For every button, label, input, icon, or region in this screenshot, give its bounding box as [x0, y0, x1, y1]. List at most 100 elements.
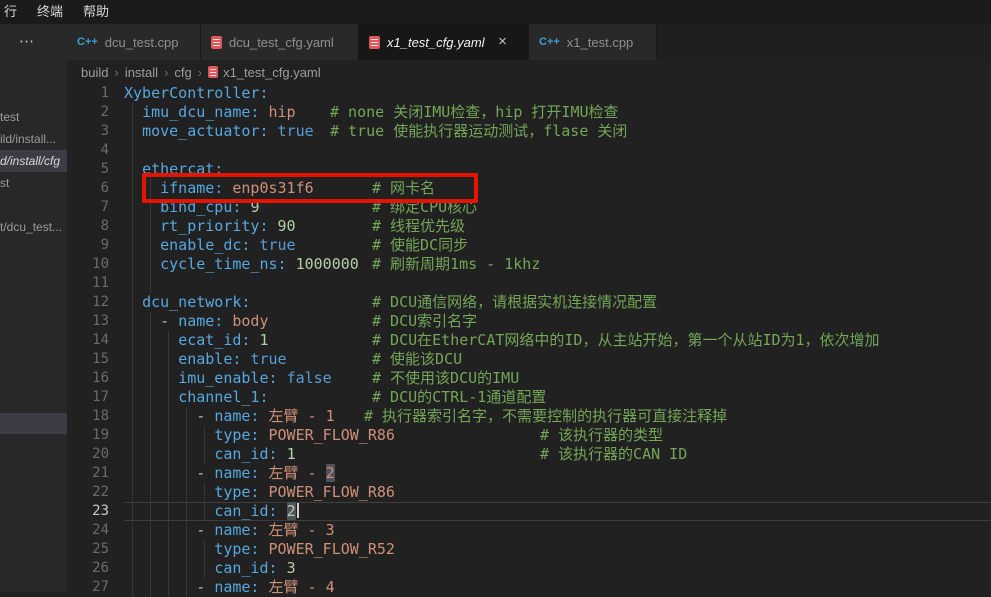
code-token — [259, 103, 268, 121]
code-line[interactable]: 7 bind_cpu: 9# 绑定CPU核心 — [67, 198, 991, 217]
indent-guide — [132, 445, 133, 464]
indent-guide — [132, 331, 133, 350]
tab-dcu_test.cpp[interactable]: C++dcu_test.cpp — [67, 24, 201, 60]
code-line[interactable]: 17 channel_1:# DCU的CTRL-1通道配置 — [67, 388, 991, 407]
line-number: 17 — [67, 388, 124, 407]
code-line[interactable]: 23 can_id: 2 — [67, 502, 991, 521]
indent-guide — [132, 293, 133, 312]
code-line[interactable]: 8 rt_priority: 90# 线程优先级 — [67, 217, 991, 236]
code-token — [269, 122, 278, 140]
code-line[interactable]: 26 can_id: 3 — [67, 559, 991, 578]
menu-item-终端[interactable]: 终端 — [27, 0, 73, 24]
code-token: 1 — [259, 331, 268, 349]
code-line[interactable]: 11 — [67, 274, 991, 293]
indent-guide — [168, 540, 169, 559]
breadcrumb-item-cfg[interactable]: cfg — [174, 65, 191, 80]
code-line[interactable]: 2 imu_dcu_name: hip# none 关闭IMU检查，hip 打开… — [67, 103, 991, 122]
tab-x1_test.cpp[interactable]: C++x1_test.cpp — [529, 24, 657, 60]
code-line[interactable]: 1XyberController: — [67, 84, 991, 103]
code-editor[interactable]: 1XyberController:2 imu_dcu_name: hip# no… — [67, 84, 991, 592]
code-token: cycle_time_ns: — [160, 255, 286, 273]
code-line[interactable]: 16 imu_enable: false# 不使用该DCU的IMU — [67, 369, 991, 388]
indent-guide — [186, 445, 187, 464]
indent-guide — [168, 426, 169, 445]
code-token: 1000000 — [296, 255, 359, 273]
sidebar-item[interactable]: ild/install... — [0, 128, 67, 150]
indent-guide — [132, 502, 133, 521]
line-number: 19 — [67, 426, 124, 445]
indent-guide — [186, 521, 187, 540]
code-line[interactable]: 4 — [67, 141, 991, 160]
sidebar-item[interactable]: test — [0, 106, 67, 128]
line-content: can_id: 2 — [124, 502, 991, 521]
comment: # DCU的CTRL-1通道配置 — [372, 388, 546, 407]
code-line[interactable]: 25 type: POWER_FLOW_R52 — [67, 540, 991, 559]
breadcrumb: build›install›cfg›x1_test_cfg.yaml — [67, 60, 991, 84]
line-number: 4 — [67, 141, 124, 160]
tab-dcu_test_cfg.yaml[interactable]: dcu_test_cfg.yaml — [201, 24, 359, 60]
sidebar-item[interactable]: t/dcu_test... — [0, 216, 67, 238]
code-line[interactable]: 3 move_actuator: true# true 使能执行器运动测试，fl… — [67, 122, 991, 141]
sidebar-selected-strip[interactable] — [0, 413, 67, 434]
indent-guide — [168, 464, 169, 483]
code-token: ifname: — [160, 179, 223, 197]
code-line[interactable]: 19 type: POWER_FLOW_R86# 该执行器的类型 — [67, 426, 991, 445]
line-content — [124, 141, 991, 160]
code-token: 左臂 - 1 — [269, 407, 335, 425]
more-actions-icon[interactable]: ⋯ — [0, 32, 54, 50]
code-line[interactable]: 5 ethercat: — [67, 160, 991, 179]
code-line[interactable]: 18 - name: 左臂 - 1# 执行器索引名字，不需要控制的执行器可直接注… — [67, 407, 991, 426]
sidebar-item[interactable]: st — [0, 172, 67, 194]
code-token: - — [196, 521, 214, 539]
code-line[interactable]: 21 - name: 左臂 - 2 — [67, 464, 991, 483]
code-token: name: — [214, 521, 259, 539]
code-line[interactable]: 27 - name: 左臂 - 4 — [67, 578, 991, 597]
menu-item-行[interactable]: 行 — [2, 0, 27, 24]
indent-guide — [204, 502, 205, 521]
line-content: - name: 左臂 - 2 — [124, 464, 991, 483]
indent-guide — [132, 312, 133, 331]
comment: # 该执行器的类型 — [540, 426, 663, 445]
indent-guide — [132, 255, 133, 274]
menu-item-帮助[interactable]: 帮助 — [73, 0, 119, 24]
code-line[interactable]: 10 cycle_time_ns: 1000000# 刷新周期1ms - 1kh… — [67, 255, 991, 274]
code-line[interactable]: 24 - name: 左臂 - 3 — [67, 521, 991, 540]
code-line[interactable]: 15 enable: true# 使能该DCU — [67, 350, 991, 369]
code-line[interactable]: 13 - name: body# DCU索引名字 — [67, 312, 991, 331]
code-line[interactable]: 9 enable_dc: true# 使能DC同步 — [67, 236, 991, 255]
indent-guide — [168, 350, 169, 369]
indent-guide — [168, 407, 169, 426]
code-line[interactable]: 14 ecat_id: 1# DCU在EtherCAT网络中的ID，从主站开始，… — [67, 331, 991, 350]
code-token — [124, 540, 214, 558]
line-number: 16 — [67, 369, 124, 388]
code-line[interactable]: 12 dcu_network:# DCU通信网络，请根据实机连接情况配置 — [67, 293, 991, 312]
code-token: POWER_FLOW_R52 — [269, 540, 395, 558]
code-token: move_actuator: — [142, 122, 268, 140]
indent-guide — [168, 578, 169, 597]
line-content: rt_priority: 90# 线程优先级 — [124, 217, 991, 236]
code-line[interactable]: 6 ifname: enp0s31f6# 网卡名 — [67, 179, 991, 198]
line-content: channel_1:# DCU的CTRL-1通道配置 — [124, 388, 991, 407]
line-number: 12 — [67, 293, 124, 312]
close-icon[interactable]: × — [495, 35, 511, 49]
code-line[interactable]: 22 type: POWER_FLOW_R86 — [67, 483, 991, 502]
breadcrumb-file[interactable]: x1_test_cfg.yaml — [223, 65, 321, 80]
sidebar-item[interactable]: d/install/cfg — [0, 150, 67, 172]
code-line[interactable]: 20 can_id: 1# 该执行器的CAN ID — [67, 445, 991, 464]
code-token: rt_priority: — [160, 217, 268, 235]
yaml-file-icon — [208, 66, 218, 78]
menu-bar: 行终端帮助 — [0, 0, 991, 24]
comment: # 不使用该DCU的IMU — [372, 369, 519, 388]
indent-guide — [186, 407, 187, 426]
line-number: 9 — [67, 236, 124, 255]
code-token — [124, 160, 142, 178]
line-content: bind_cpu: 9# 绑定CPU核心 — [124, 198, 991, 217]
code-token — [124, 198, 160, 216]
indent-guide — [132, 578, 133, 597]
tab-x1_test_cfg.yaml[interactable]: x1_test_cfg.yaml × — [359, 24, 529, 60]
breadcrumb-item-install[interactable]: install — [125, 65, 158, 80]
line-number: 10 — [67, 255, 124, 274]
tab-label: x1_test_cfg.yaml — [387, 35, 485, 50]
indent-guide — [132, 141, 133, 160]
breadcrumb-item-build[interactable]: build — [81, 65, 108, 80]
